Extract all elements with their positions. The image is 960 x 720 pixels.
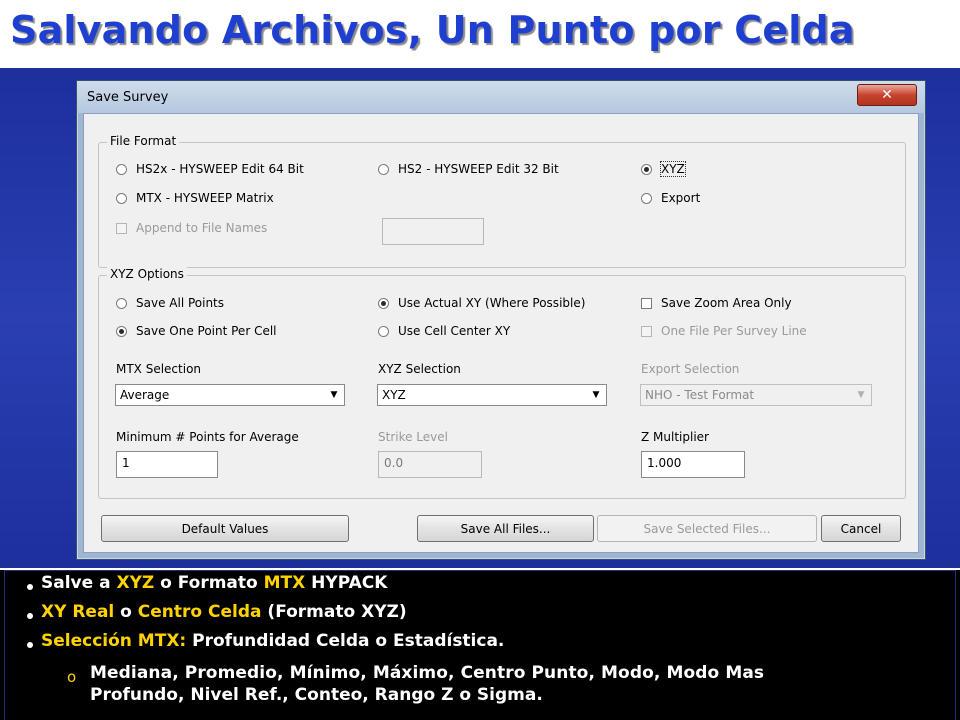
radio-hs2x[interactable]: HS2x - HYSWEEP Edit 64 Bit [116,162,304,176]
bullet-2-centro-celda: Centro Celda [137,602,262,622]
bullet-1-text-c: HYPACK [305,573,388,593]
radio-mtx-indicator [116,192,127,204]
cancel-button[interactable]: Cancel [821,515,901,542]
xyz-selection-value: XYZ [382,388,406,402]
bullet-1-text-a: Salve a [41,573,117,593]
radio-export[interactable]: Export [641,191,700,205]
min-points-input[interactable]: 1 [116,451,218,478]
default-values-button[interactable]: Default Values [101,515,349,542]
export-selection-value: NHO - Test Format [645,388,755,402]
xyz-options-group-label: XYZ Options [107,267,187,281]
save-selected-files-button[interactable]: Save Selected Files... [597,515,817,542]
bullet-2: XY Real o Centro Celda (Formato XYZ) [41,602,407,622]
append-to-file-names-checkbox[interactable]: Append to File Names [116,221,267,235]
radio-use-cell-center-indicator [378,325,389,337]
radio-save-one-point[interactable]: Save One Point Per Cell [116,324,277,338]
file-format-group-label: File Format [107,134,180,148]
save-zoom-area-indicator [641,297,652,309]
export-dropdown-arrow-icon: ▼ [857,390,865,400]
export-selection-dropdown[interactable]: NHO - Test Format ▼ [640,384,872,406]
close-button[interactable]: ✕ [857,84,917,106]
min-points-label: Minimum # Points for Average [116,430,299,444]
sub-bullet-line-2: Profundo, Nivel Ref., Conteo, Rango Z o … [90,685,543,705]
radio-use-cell-center[interactable]: Use Cell Center XY [378,324,510,338]
append-text-field[interactable] [382,218,484,245]
radio-save-one-point-label: Save One Point Per Cell [136,324,277,338]
bullet-1: Salve a XYZ o Formato MTX HYPACK [41,573,387,593]
bullet-1-xyz: XYZ [116,573,155,593]
slide-title: Salvando Archivos, Un Punto por Celda [10,8,855,52]
radio-mtx-label: MTX - HYSWEEP Matrix [136,191,274,205]
strike-level-input[interactable]: 0.0 [378,451,482,478]
bullet-3-seleccion-mtx: Selección MTX: [41,631,187,651]
radio-use-actual-xy-label: Use Actual XY (Where Possible) [398,296,586,310]
z-multiplier-label: Z Multiplier [641,430,709,444]
mtx-selection-value: Average [120,388,170,402]
radio-save-all-points[interactable]: Save All Points [116,296,224,310]
xyz-selection-dropdown[interactable]: XYZ ▼ [377,384,607,406]
radio-hs2x-indicator [116,163,127,175]
dialog-title: Save Survey [87,90,169,105]
bullet-2-text-a: o [114,602,138,622]
one-file-per-line-label: One File Per Survey Line [661,324,807,338]
one-file-per-line-indicator [641,325,652,337]
radio-xyz[interactable]: XYZ [641,161,686,177]
radio-save-one-point-indicator [116,325,127,337]
file-format-group: File Format HS2x - HYSWEEP Edit 64 Bit H… [98,134,906,268]
xyz-options-group: XYZ Options Save All Points Save One Poi… [98,267,906,499]
mtx-dropdown-arrow-icon: ▼ [330,390,338,400]
bullet-3: Selección MTX: Profundidad Celda o Estad… [41,631,504,651]
radio-xyz-indicator [641,163,652,175]
sub-bullet-marker: o [67,668,77,686]
radio-save-all-points-indicator [116,297,127,309]
close-icon: ✕ [881,87,893,103]
export-selection-label: Export Selection [641,362,740,376]
bullet-marker-3 [27,642,33,648]
save-all-files-button[interactable]: Save All Files... [417,515,594,542]
radio-use-actual-xy[interactable]: Use Actual XY (Where Possible) [378,296,585,310]
save-zoom-area-label: Save Zoom Area Only [661,296,792,310]
xyz-selection-label: XYZ Selection [378,362,461,376]
sub-bullet-line-1: Mediana, Promedio, Mínimo, Máximo, Centr… [90,663,765,683]
append-checkbox-indicator [116,222,127,234]
save-survey-dialog: Save Survey ✕ File Format HS2x - HYSWEEP… [76,80,926,560]
bullet-2-xy-real: XY Real [41,602,115,622]
bullet-1-text-b: o Formato [154,573,264,593]
radio-mtx[interactable]: MTX - HYSWEEP Matrix [116,191,274,205]
mtx-selection-label: MTX Selection [116,362,202,376]
bullet-3-text: Profundidad Celda o Estadística. [186,631,505,651]
bullet-1-mtx: MTX [263,573,306,593]
z-multiplier-input[interactable]: 1.000 [641,451,745,478]
bullet-marker-2 [27,613,33,619]
slide-title-bar: Salvando Archivos, Un Punto por Celda [0,0,960,68]
radio-hs2[interactable]: HS2 - HYSWEEP Edit 32 Bit [378,162,559,176]
radio-use-actual-xy-indicator [378,297,389,309]
radio-save-all-points-label: Save All Points [136,296,225,310]
dialog-titlebar: Save Survey ✕ [77,81,925,113]
save-zoom-area-checkbox[interactable]: Save Zoom Area Only [641,296,792,310]
radio-use-cell-center-label: Use Cell Center XY [398,324,511,338]
xyz-dropdown-arrow-icon: ▼ [592,390,600,400]
strike-level-label: Strike Level [378,430,448,444]
radio-hs2-label: HS2 - HYSWEEP Edit 32 Bit [398,162,559,176]
radio-hs2-indicator [378,163,389,175]
mtx-selection-dropdown[interactable]: Average ▼ [115,384,345,406]
radio-export-indicator [641,192,652,204]
radio-export-label: Export [661,191,701,205]
bullet-panel: Salve a XYZ o Formato MTX HYPACK XY Real… [0,570,960,720]
bullet-2-text-b: (Formato XYZ) [261,602,407,622]
radio-hs2x-label: HS2x - HYSWEEP Edit 64 Bit [136,162,304,176]
radio-xyz-label: XYZ [660,161,686,177]
one-file-per-line-checkbox[interactable]: One File Per Survey Line [641,324,807,338]
append-checkbox-label: Append to File Names [136,221,268,235]
bullet-marker-1 [27,584,33,590]
dialog-client-area: File Format HS2x - HYSWEEP Edit 64 Bit H… [83,113,919,553]
